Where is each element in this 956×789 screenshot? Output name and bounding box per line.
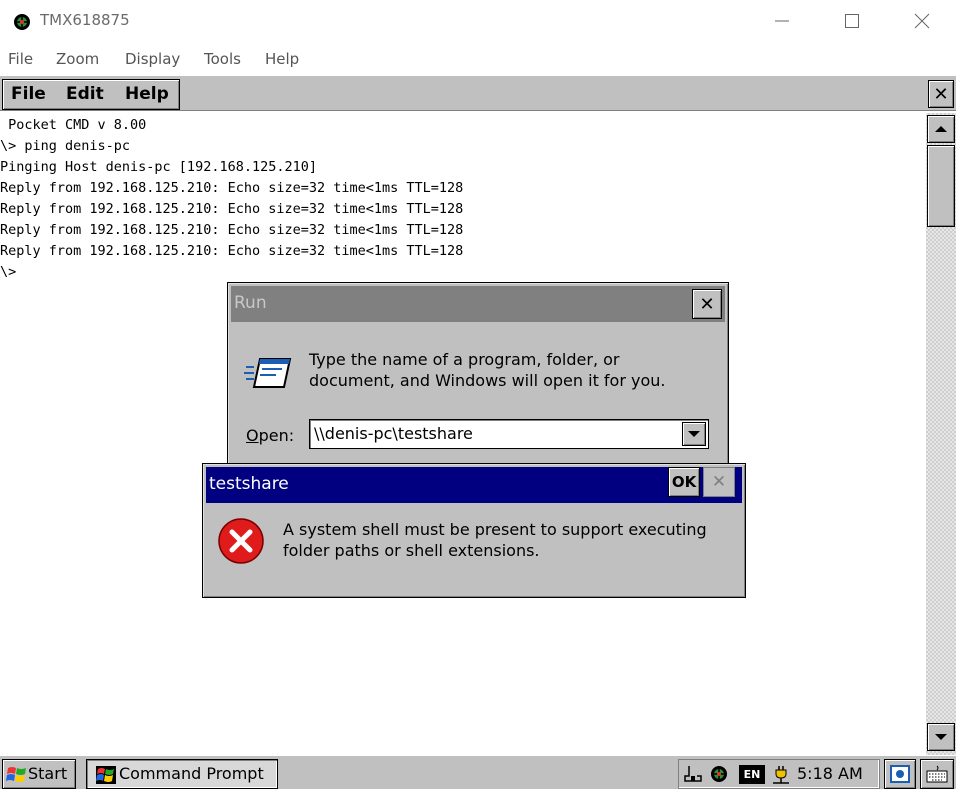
host-menu-bar: File Zoom Display Tools Help (0, 46, 956, 74)
clock[interactable]: 5:18 AM (797, 764, 863, 783)
cmd-menu-group: File Edit Help (2, 79, 180, 110)
error-close-button[interactable]: ✕ (703, 467, 735, 497)
run-icon (244, 358, 292, 388)
show-desktop-button[interactable] (884, 759, 916, 789)
console-line: Reply from 192.168.125.210: Echo size=32… (0, 243, 464, 259)
scroll-down-button[interactable] (927, 723, 955, 751)
system-tray: EN 5:18 AM (678, 759, 880, 789)
cmd-menu-bar: File Edit Help ✕ (0, 75, 956, 111)
start-label: Start (28, 764, 68, 783)
console-line: Reply from 192.168.125.210: Echo size=32… (0, 222, 464, 238)
error-message: A system shell must be present to suppor… (283, 520, 707, 560)
host-title-bar: TMX618875 (0, 0, 956, 44)
chevron-down-icon (688, 431, 700, 437)
open-label: Open: (246, 426, 294, 445)
vertical-scrollbar[interactable] (926, 113, 956, 755)
command-prompt-icon (96, 766, 116, 784)
cmd-menu-help[interactable]: Help (125, 84, 169, 104)
host-menu-file[interactable]: File (8, 50, 33, 68)
scroll-up-button[interactable] (927, 115, 955, 143)
run-prompt-text: Type the name of a program, folder, or d… (309, 350, 666, 390)
open-combobox[interactable]: \\denis-pc\testshare (309, 419, 709, 449)
open-label-accelerator: O (246, 426, 259, 445)
error-title-bar[interactable]: testshare (206, 467, 742, 503)
minimize-button[interactable] (760, 6, 804, 36)
console-line: Pocket CMD v 8.00 (0, 117, 147, 133)
cmd-close-button[interactable]: ✕ (928, 80, 954, 108)
windows-flag-icon (6, 767, 26, 782)
run-close-button[interactable]: ✕ (692, 289, 722, 319)
console-line: Reply from 192.168.125.210: Echo size=32… (0, 201, 464, 217)
taskbar: Start Command Prompt EN 5:18 AM (0, 755, 956, 789)
error-dialog: testshare OK ✕ A system shell must be pr… (202, 463, 746, 598)
host-window-title: TMX618875 (40, 11, 130, 29)
open-label-text: pen: (258, 426, 295, 445)
host-menu-zoom[interactable]: Zoom (56, 50, 99, 68)
taskbar-command-prompt[interactable]: Command Prompt (86, 759, 278, 789)
arrow-up-icon (935, 126, 947, 132)
host-menu-tools[interactable]: Tools (204, 50, 241, 68)
cmd-menu-file[interactable]: File (11, 84, 46, 104)
maximize-icon (845, 14, 859, 28)
host-menu-help[interactable]: Help (265, 50, 299, 68)
scroll-thumb[interactable] (927, 145, 955, 227)
maximize-button[interactable] (830, 6, 874, 36)
desktop-icon (890, 765, 910, 783)
keyboard-icon (926, 765, 948, 783)
console-line: Pinging Host denis-pc [192.168.125.210] (0, 159, 317, 175)
power-plug-icon[interactable] (771, 764, 791, 784)
console-line: \> (0, 264, 17, 280)
minimize-icon (775, 20, 789, 22)
open-input[interactable]: \\denis-pc\testshare (314, 424, 473, 443)
host-menu-display[interactable]: Display (125, 50, 180, 68)
close-window-button[interactable] (900, 6, 944, 36)
bug-icon (14, 14, 30, 30)
ok-button[interactable]: OK (668, 467, 700, 497)
network-icon[interactable] (683, 764, 703, 784)
cmd-menu-edit[interactable]: Edit (66, 84, 104, 104)
taskbar-command-prompt-label: Command Prompt (119, 764, 264, 783)
error-icon (218, 518, 264, 564)
device-screen: File Edit Help ✕ Pocket CMD v 8.00 \> pi… (0, 75, 956, 789)
close-icon (914, 13, 930, 29)
input-panel-button[interactable] (920, 759, 954, 789)
console-line: \> ping denis-pc (0, 138, 131, 154)
start-button[interactable]: Start (2, 759, 76, 789)
console-line: Reply from 192.168.125.210: Echo size=32… (0, 180, 464, 196)
bug-icon[interactable] (709, 764, 729, 784)
language-indicator[interactable]: EN (739, 765, 765, 784)
error-dialog-title: testshare (209, 474, 289, 494)
arrow-down-icon (935, 734, 947, 740)
open-dropdown-button[interactable] (682, 422, 706, 446)
run-title-bar[interactable]: Run ✕ (231, 286, 725, 322)
run-dialog-title: Run (234, 293, 267, 313)
